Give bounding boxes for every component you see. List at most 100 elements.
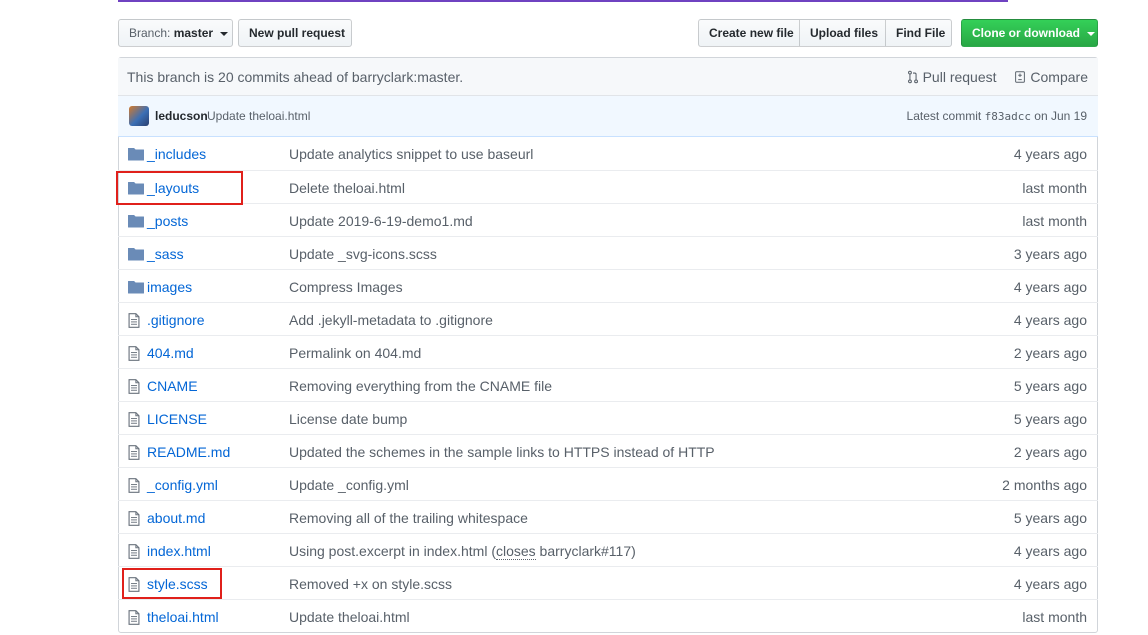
commit-message-link[interactable]: Compress Images bbox=[289, 279, 403, 295]
folder-icon bbox=[128, 214, 144, 228]
table-row: _includes Update analytics snippet to use… bbox=[118, 137, 1098, 170]
commit-message-link[interactable]: Updated the schemes in the sample links … bbox=[289, 444, 715, 460]
file-name-link[interactable]: _posts bbox=[147, 213, 188, 229]
commit-age: 4 years ago bbox=[1013, 576, 1087, 592]
latest-commit-bar: leducson Update theloai.html Latest comm… bbox=[118, 96, 1098, 137]
file-name-link[interactable]: .gitignore bbox=[147, 312, 205, 328]
commit-author-link[interactable]: leducson bbox=[155, 109, 208, 123]
commit-message-link[interactable]: Removing everything from the CNAME file bbox=[289, 378, 552, 394]
pull-request-icon bbox=[907, 70, 918, 84]
find-file-button[interactable]: Find File bbox=[885, 19, 952, 47]
repo-nav-underline bbox=[118, 0, 1008, 2]
branch-prefix: Branch: bbox=[129, 26, 171, 40]
commit-age: 4 years ago bbox=[1013, 146, 1087, 162]
table-row: 404.md Permalink on 404.md 2 years ago bbox=[118, 335, 1098, 368]
commit-sha-link[interactable]: f83adcc bbox=[985, 110, 1031, 123]
file-name-link[interactable]: about.md bbox=[147, 510, 205, 526]
table-row: .gitignore Add .jekyll-metadata to .gitig… bbox=[118, 302, 1098, 335]
commit-age: 4 years ago bbox=[1013, 312, 1087, 328]
table-row: _layouts Delete theloai.html last month bbox=[118, 170, 1098, 203]
closes-issue-link[interactable]: closes bbox=[495, 543, 536, 560]
caret-down-icon bbox=[1087, 31, 1096, 36]
issue-reference[interactable]: barryclark#117) bbox=[536, 543, 636, 559]
file-icon bbox=[128, 313, 144, 328]
commit-message-link[interactable]: Update theloai.html bbox=[207, 109, 310, 123]
commit-age: last month bbox=[1022, 609, 1087, 625]
branch-name: master bbox=[173, 26, 214, 40]
file-name-link[interactable]: 404.md bbox=[147, 345, 194, 361]
commit-message-link[interactable]: Add .jekyll-metadata to .gitignore bbox=[289, 312, 493, 328]
commit-message-link[interactable]: Update theloai.html bbox=[289, 609, 410, 625]
file-name-link[interactable]: _sass bbox=[147, 246, 184, 262]
caret-down-icon bbox=[220, 31, 229, 36]
table-row: CNAME Removing everything from the CNAME … bbox=[118, 368, 1098, 401]
commit-message-link[interactable]: Delete theloai.html bbox=[289, 180, 405, 196]
commit-message-link[interactable]: Update analytics snippet to use baseurl bbox=[289, 146, 533, 162]
file-icon bbox=[128, 610, 144, 625]
commit-meta: Latest commit f83adcc on Jun 19 bbox=[907, 109, 1087, 123]
commit-age: last month bbox=[1022, 180, 1087, 196]
file-name-link[interactable]: LICENSE bbox=[147, 411, 207, 427]
table-row: _sass Update _svg-icons.scss 3 years ago bbox=[118, 236, 1098, 269]
commit-age: 4 years ago bbox=[1013, 543, 1087, 559]
pull-request-label: Pull request bbox=[922, 69, 997, 85]
commit-message-text: Using post.excerpt in index.html ( bbox=[289, 543, 496, 559]
file-icon bbox=[128, 346, 144, 361]
table-row: README.md Updated the schemes in the samp… bbox=[118, 434, 1098, 467]
commit-age: 2 years ago bbox=[1013, 345, 1087, 361]
file-name-link[interactable]: index.html bbox=[147, 543, 211, 559]
commit-message-link[interactable]: Removing all of the trailing whitespace bbox=[289, 510, 528, 526]
commit-message-link[interactable]: Permalink on 404.md bbox=[289, 345, 421, 361]
commit-message-link[interactable]: Update _config.yml bbox=[289, 477, 409, 493]
file-name-link[interactable]: theloai.html bbox=[147, 609, 219, 625]
table-row: index.html Using post.excerpt in index.ht… bbox=[118, 533, 1098, 566]
commit-message-link[interactable]: Update _svg-icons.scss bbox=[289, 246, 437, 262]
file-icon bbox=[128, 379, 144, 394]
branch-infobar: This branch is 20 commits ahead of barry… bbox=[118, 58, 1098, 96]
commit-age: 5 years ago bbox=[1013, 510, 1087, 526]
file-icon bbox=[128, 445, 144, 460]
new-pull-request-button[interactable]: New pull request bbox=[238, 19, 352, 47]
commit-age: 5 years ago bbox=[1013, 378, 1087, 394]
compare-link[interactable]: Compare bbox=[1014, 69, 1088, 85]
create-new-file-button[interactable]: Create new file bbox=[698, 19, 800, 47]
clone-or-download-label: Clone or download bbox=[972, 26, 1080, 40]
folder-icon bbox=[128, 247, 144, 261]
highlight-box-style-scss bbox=[122, 568, 222, 599]
commit-message-link[interactable]: Removed +x on style.scss bbox=[289, 576, 452, 592]
commit-age: 2 months ago bbox=[1002, 477, 1087, 493]
commit-age: 4 years ago bbox=[1013, 279, 1087, 295]
file-navigation-toolbar: Branch: master New pull request Create n… bbox=[118, 19, 1098, 47]
upload-files-button[interactable]: Upload files bbox=[799, 19, 886, 47]
file-name-link[interactable]: README.md bbox=[147, 444, 230, 460]
clone-or-download-button[interactable]: Clone or download bbox=[961, 19, 1098, 47]
file-icon bbox=[128, 412, 144, 427]
commit-age: 5 years ago bbox=[1013, 411, 1087, 427]
branch-actions: Pull request Compare bbox=[893, 69, 1088, 85]
compare-label: Compare bbox=[1030, 69, 1088, 85]
file-name-link[interactable]: CNAME bbox=[147, 378, 198, 394]
file-icon bbox=[128, 544, 144, 559]
file-name-link[interactable]: _config.yml bbox=[147, 477, 218, 493]
compare-icon bbox=[1015, 71, 1026, 83]
branch-select-button[interactable]: Branch: master bbox=[118, 19, 233, 47]
table-row: LICENSE License date bump 5 years ago bbox=[118, 401, 1098, 434]
commit-date: on Jun 19 bbox=[1034, 109, 1087, 123]
file-table: _includes Update analytics snippet to use… bbox=[118, 137, 1098, 632]
table-row: images Compress Images 4 years ago bbox=[118, 269, 1098, 302]
table-row: style.scss Removed +x on style.scss 4 year… bbox=[118, 566, 1098, 599]
folder-icon bbox=[128, 280, 144, 294]
file-icon bbox=[128, 511, 144, 526]
latest-commit-label: Latest commit bbox=[906, 109, 982, 123]
file-name-link[interactable]: _includes bbox=[147, 146, 206, 162]
commit-message-link[interactable]: Update 2019-6-19-demo1.md bbox=[289, 213, 473, 229]
commit-message-link[interactable]: Using post.excerpt in index.html (closes… bbox=[289, 543, 636, 560]
table-row: theloai.html Update theloai.html last mont… bbox=[118, 599, 1098, 632]
commit-message-link[interactable]: License date bump bbox=[289, 411, 407, 427]
commit-age: 2 years ago bbox=[1013, 444, 1087, 460]
file-name-link[interactable]: images bbox=[147, 279, 192, 295]
avatar[interactable] bbox=[129, 106, 149, 126]
table-row: _config.yml Update _config.yml 2 months ag… bbox=[118, 467, 1098, 500]
pull-request-link[interactable]: Pull request bbox=[907, 69, 1001, 85]
commit-age: 3 years ago bbox=[1013, 246, 1087, 262]
